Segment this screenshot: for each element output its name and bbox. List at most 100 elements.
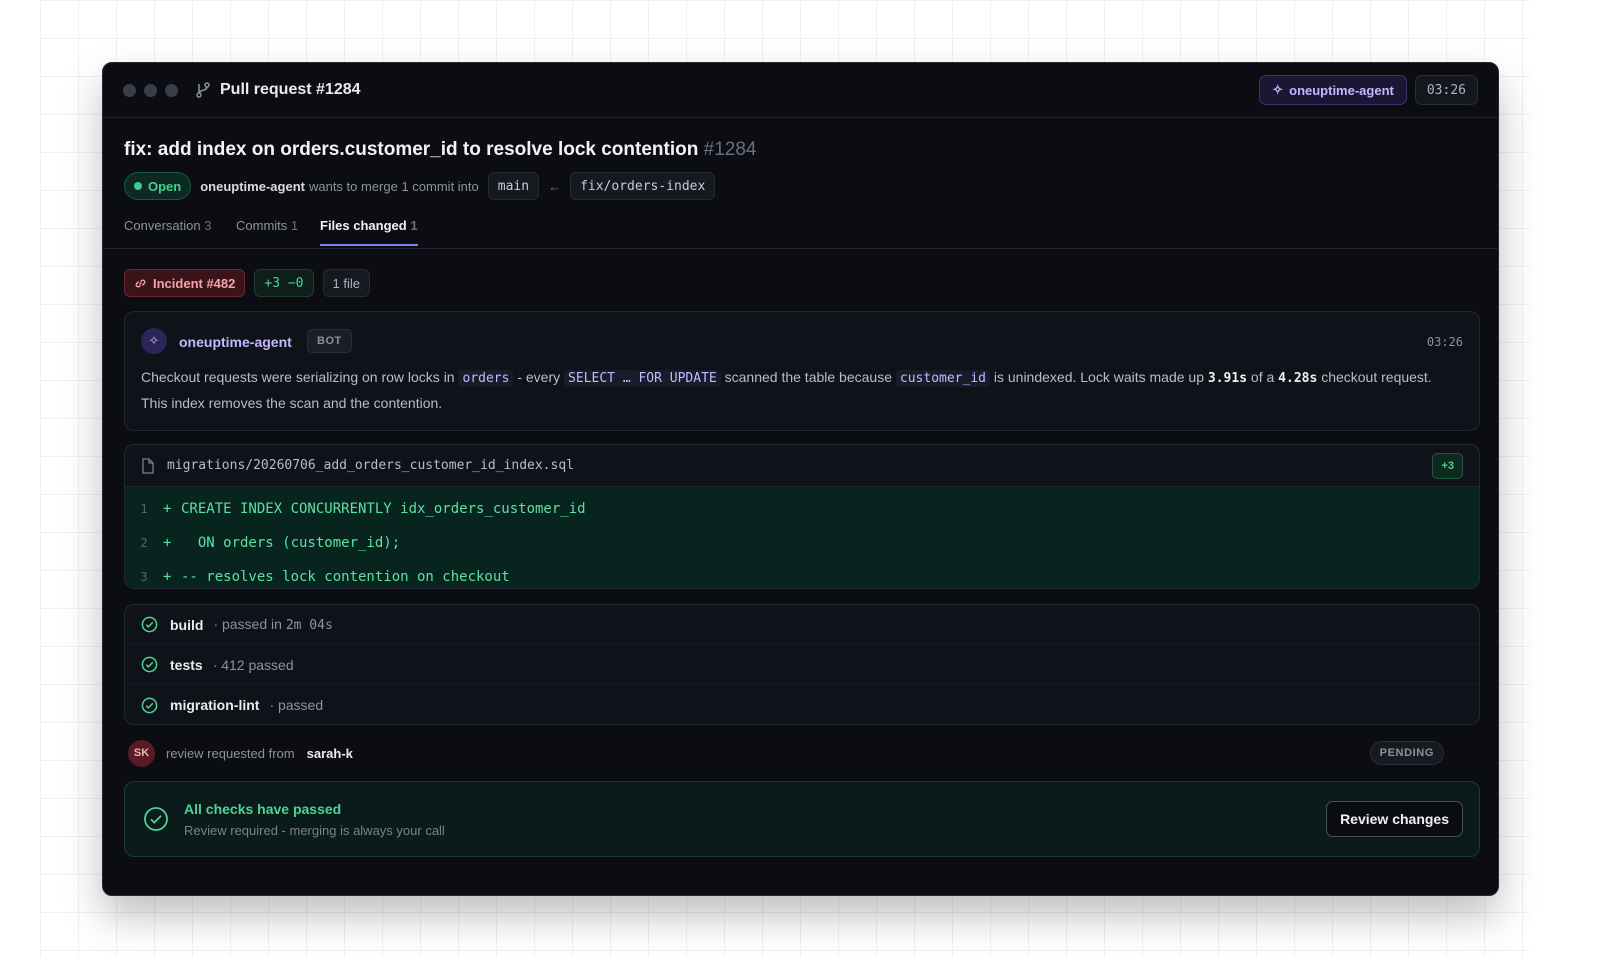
file-path: migrations/20260706_add_orders_customer_… bbox=[167, 458, 574, 473]
comment-text: scanned the table because bbox=[720, 369, 896, 385]
diff-sign: + bbox=[163, 569, 172, 585]
metric-value: 3.91s bbox=[1207, 371, 1248, 386]
minimize-dot[interactable] bbox=[144, 83, 157, 97]
inline-code: SELECT … FOR UPDATE bbox=[564, 370, 721, 387]
pending-badge: PENDING bbox=[1369, 741, 1444, 765]
diff-line: 2 + ON orders (customer_id); bbox=[125, 526, 1479, 560]
maximize-dot[interactable] bbox=[165, 83, 178, 97]
file-header[interactable]: migrations/20260706_add_orders_customer_… bbox=[125, 445, 1479, 487]
diff-stat-tag: +3 −0 bbox=[254, 269, 314, 297]
merge-status-subtitle: Review required - merging is always your… bbox=[184, 823, 445, 838]
pr-author[interactable]: oneuptime-agent bbox=[200, 179, 305, 194]
check-duration: 2m 04s bbox=[285, 618, 333, 633]
status-label: Open bbox=[148, 178, 182, 194]
titlebar: Pull request #1284 ✧ oneuptime-agent 03:… bbox=[103, 63, 1498, 118]
open-dot-icon bbox=[134, 182, 142, 190]
check-row-build[interactable]: build · passed in 2m 04s bbox=[125, 605, 1479, 645]
tab-label: Conversation bbox=[124, 218, 201, 233]
review-changes-button[interactable]: Review changes bbox=[1326, 801, 1463, 837]
check-row-migration-lint[interactable]: migration-lint · passed bbox=[125, 685, 1479, 724]
avatar[interactable]: SK bbox=[128, 739, 155, 767]
link-icon bbox=[135, 279, 146, 287]
pr-meta: Open oneuptime-agent wants to merge 1 co… bbox=[124, 172, 716, 200]
diff-sign: + bbox=[163, 501, 172, 517]
file-diff: migrations/20260706_add_orders_customer_… bbox=[124, 444, 1480, 589]
window-controls bbox=[123, 83, 178, 97]
tab-conversation[interactable]: Conversation 3 bbox=[124, 218, 211, 244]
check-circle-icon bbox=[141, 697, 158, 713]
comment-text: - every bbox=[513, 369, 565, 385]
agent-pill[interactable]: ✧ oneuptime-agent bbox=[1259, 75, 1407, 105]
check-circle-icon bbox=[144, 807, 168, 831]
tab-label: Commits bbox=[236, 218, 288, 233]
comment-body: Checkout requests were serializing on ro… bbox=[141, 365, 1461, 416]
pr-tags: Incident #482 +3 −0 1 file bbox=[124, 269, 370, 297]
pr-number: #1284 bbox=[703, 139, 757, 160]
comment-text: is unindexed. Lock waits made up bbox=[989, 369, 1208, 385]
diff-line: 3 + -- resolves lock contention on check… bbox=[125, 560, 1479, 588]
merge-status-title: All checks have passed bbox=[184, 801, 342, 817]
checks-list: build · passed in 2m 04s tests · 412 pas… bbox=[124, 604, 1480, 725]
incident-tag[interactable]: Incident #482 bbox=[124, 269, 246, 297]
merge-box: All checks have passed Review required -… bbox=[124, 781, 1480, 857]
tab-files-changed[interactable]: Files changed 1 bbox=[320, 218, 418, 246]
reviewer-name[interactable]: sarah-k bbox=[307, 746, 353, 761]
line-number: 1 bbox=[140, 502, 148, 516]
bot-badge: BOT bbox=[307, 329, 352, 353]
diff-body: 1 + CREATE INDEX CONCURRENTLY idx_orders… bbox=[125, 487, 1479, 588]
git-branch-icon bbox=[196, 82, 210, 98]
diff-line: 1 + CREATE INDEX CONCURRENTLY idx_orders… bbox=[125, 492, 1479, 526]
head-branch[interactable]: fix/orders-index bbox=[570, 172, 716, 200]
inline-code: customer_id bbox=[895, 370, 990, 387]
merge-text: wants to merge 1 commit into bbox=[308, 178, 479, 194]
left-arrow-icon: ← bbox=[548, 178, 562, 194]
check-circle-icon bbox=[141, 616, 158, 633]
check-name: build bbox=[170, 616, 204, 633]
tab-commits[interactable]: Commits 1 bbox=[236, 218, 298, 244]
check-status: · 412 passed bbox=[212, 656, 294, 673]
base-branch[interactable]: main bbox=[487, 172, 540, 200]
diff-sign: + bbox=[163, 535, 172, 551]
check-status-text: · passed in bbox=[213, 616, 286, 632]
pr-tabs: Conversation 3 Commits 1 Files changed 1 bbox=[103, 205, 1498, 249]
sparkle-icon: ✧ bbox=[148, 333, 160, 348]
bot-avatar: ✧ bbox=[141, 328, 167, 354]
review-request: SK review requested from sarah-k PENDING bbox=[128, 739, 1444, 767]
comment-time: 03:26 bbox=[1426, 335, 1463, 349]
agent-label: oneuptime-agent bbox=[1289, 82, 1394, 98]
line-number: 2 bbox=[140, 536, 148, 550]
pr-title-text: fix: add index on orders.customer_id to … bbox=[124, 139, 699, 160]
pr-title: fix: add index on orders.customer_id to … bbox=[124, 139, 756, 161]
metric-value: 4.28s bbox=[1278, 371, 1318, 386]
diff-code: -- resolves lock contention on checkout bbox=[181, 569, 510, 585]
file-icon bbox=[142, 457, 154, 474]
check-name: migration-lint bbox=[170, 697, 260, 713]
line-number: 3 bbox=[140, 570, 148, 584]
agent-comment: ✧ oneuptime-agent BOT 03:26 Checkout req… bbox=[124, 311, 1480, 431]
review-text: review requested from bbox=[166, 745, 295, 761]
tab-count: 1 bbox=[410, 218, 418, 233]
comment-author[interactable]: oneuptime-agent bbox=[179, 334, 292, 350]
time-pill: 03:26 bbox=[1414, 75, 1478, 105]
tab-count: 1 bbox=[290, 218, 299, 233]
pull-request-window: Pull request #1284 ✧ oneuptime-agent 03:… bbox=[102, 62, 1499, 896]
sparkle-icon: ✧ bbox=[1272, 82, 1284, 97]
close-dot[interactable] bbox=[123, 83, 136, 97]
file-count-tag: 1 file bbox=[322, 269, 370, 297]
comment-text: Checkout requests were serializing on ro… bbox=[141, 369, 459, 385]
comment-text: of a bbox=[1247, 369, 1279, 385]
tab-count: 3 bbox=[204, 218, 212, 233]
window-title: Pull request #1284 bbox=[220, 81, 361, 98]
check-status: · passed bbox=[269, 697, 324, 713]
tab-label: Files changed bbox=[320, 218, 407, 233]
check-row-tests[interactable]: tests · 412 passed bbox=[125, 645, 1479, 685]
inline-code: orders bbox=[458, 370, 514, 387]
check-status: · passed in 2m 04s bbox=[213, 616, 332, 633]
check-circle-icon bbox=[141, 656, 158, 673]
diff-code: ON orders (customer_id); bbox=[181, 535, 401, 551]
status-badge: Open bbox=[124, 172, 192, 200]
check-name: tests bbox=[170, 656, 203, 673]
file-additions-badge: +3 bbox=[1432, 453, 1463, 479]
diff-code: CREATE INDEX CONCURRENTLY idx_orders_cus… bbox=[181, 501, 586, 517]
incident-label: Incident #482 bbox=[153, 275, 236, 291]
